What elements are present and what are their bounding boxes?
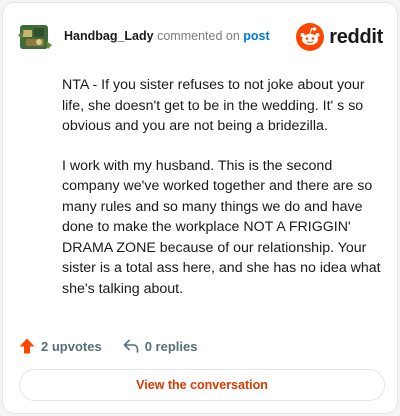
post-link[interactable]: post bbox=[243, 29, 269, 43]
upvote-count: 2 upvotes bbox=[41, 338, 102, 354]
comment-embed-card: Handbag_Lady commented on post reddit NT… bbox=[2, 2, 398, 414]
user-avatar[interactable] bbox=[18, 21, 52, 53]
reddit-snoo-icon bbox=[296, 23, 325, 51]
reddit-brand[interactable]: reddit bbox=[296, 23, 383, 51]
comment-body: NTA - If you sister refuses to not joke … bbox=[62, 75, 382, 318]
replies-button[interactable]: 0 replies bbox=[122, 337, 198, 355]
comment-header: Handbag_Lady commented on post reddit bbox=[18, 21, 383, 55]
reply-count: 0 replies bbox=[144, 338, 198, 354]
byline-action-text: commented on bbox=[157, 29, 240, 43]
reply-arrow-icon bbox=[123, 339, 138, 353]
reddit-wordmark: reddit bbox=[329, 25, 383, 48]
upvote-arrow-icon bbox=[19, 338, 35, 354]
comment-byline: Handbag_Lady commented on post bbox=[64, 29, 270, 43]
comment-paragraph-2: I work with my husband. This is the seco… bbox=[62, 157, 381, 297]
comment-paragraph-1: NTA - If you sister refuses to not joke … bbox=[62, 77, 365, 134]
comment-actions: 2 upvotes 0 replies bbox=[18, 336, 217, 356]
username-link[interactable]: Handbag_Lady bbox=[64, 29, 154, 43]
upvote-button[interactable]: 2 upvotes bbox=[18, 337, 102, 355]
view-conversation-button[interactable]: View the conversation bbox=[19, 369, 385, 401]
